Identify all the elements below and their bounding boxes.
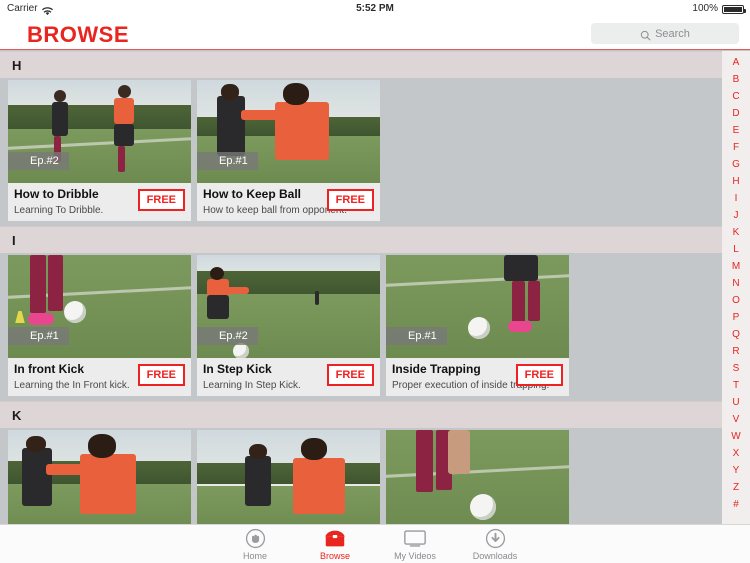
tab-bar: Home Browse My Videos Downloads bbox=[0, 524, 750, 563]
episode-badge: Ep.#1 bbox=[386, 327, 447, 345]
open-box-icon bbox=[295, 528, 375, 550]
fist-circle-icon bbox=[215, 528, 295, 550]
video-thumbnail[interactable] bbox=[386, 430, 569, 524]
index-letter[interactable]: S bbox=[722, 360, 750, 377]
video-thumbnail[interactable] bbox=[8, 430, 191, 524]
browse-list[interactable]: H Ep.#2 How to Dribble Learning To Dribb… bbox=[0, 51, 722, 524]
search-placeholder: Search bbox=[655, 27, 690, 40]
index-letter[interactable]: E bbox=[722, 122, 750, 139]
index-letter[interactable]: O bbox=[722, 292, 750, 309]
index-letter[interactable]: Y bbox=[722, 462, 750, 479]
index-letter[interactable]: P bbox=[722, 309, 750, 326]
index-letter[interactable]: J bbox=[722, 207, 750, 224]
free-badge-button[interactable]: FREE bbox=[326, 364, 374, 386]
free-badge-button[interactable]: FREE bbox=[137, 189, 185, 211]
tab-label: Home bbox=[242, 550, 267, 561]
index-letter[interactable]: H bbox=[722, 173, 750, 190]
episode-badge: Ep.#2 bbox=[8, 152, 69, 170]
index-letter[interactable]: W bbox=[722, 428, 750, 445]
index-letter[interactable]: U bbox=[722, 394, 750, 411]
tab-home[interactable]: Home bbox=[215, 528, 295, 561]
index-letter[interactable]: # bbox=[722, 496, 750, 513]
status-bar: Carrier 5:52 PM 100% bbox=[0, 0, 750, 17]
section-letter: K bbox=[12, 407, 22, 423]
index-letter[interactable]: G bbox=[722, 156, 750, 173]
index-letter[interactable]: A bbox=[722, 54, 750, 71]
video-meta: In Step Kick Learning In Step Kick. FREE bbox=[197, 358, 380, 396]
tab-label: Downloads bbox=[472, 550, 518, 561]
index-letter[interactable]: F bbox=[722, 139, 750, 156]
page-title: BROWSE bbox=[27, 22, 129, 47]
index-letter[interactable]: N bbox=[722, 275, 750, 292]
video-thumbnail[interactable]: Ep.#2 bbox=[197, 255, 380, 358]
section-header-k: K bbox=[0, 401, 722, 428]
tab-label: My Videos bbox=[394, 550, 436, 561]
tab-label: Browse bbox=[319, 550, 350, 561]
index-letter[interactable]: Z bbox=[722, 479, 750, 496]
video-thumbnail[interactable] bbox=[197, 430, 380, 524]
section-row-i: Ep.#1 In front Kick Learning the In Fron… bbox=[0, 253, 722, 401]
download-circle-icon bbox=[455, 528, 535, 550]
tv-monitor-icon bbox=[375, 528, 455, 550]
video-card[interactable]: Ep.#1 In front Kick Learning the In Fron… bbox=[8, 255, 191, 396]
episode-badge: Ep.#1 bbox=[197, 152, 258, 170]
video-meta: Inside Trapping Proper execution of insi… bbox=[386, 358, 569, 396]
video-thumbnail[interactable]: Ep.#2 bbox=[8, 80, 191, 183]
clock-label: 5:52 PM bbox=[356, 3, 394, 14]
video-thumbnail[interactable]: Ep.#1 bbox=[8, 255, 191, 358]
index-letter[interactable]: R bbox=[722, 343, 750, 360]
video-card[interactable] bbox=[8, 430, 191, 524]
free-badge-button[interactable]: FREE bbox=[326, 189, 374, 211]
search-icon bbox=[640, 28, 651, 41]
video-card[interactable]: Ep.#1 How to Keep Ball How to keep ball … bbox=[197, 80, 380, 221]
index-letter[interactable]: T bbox=[722, 377, 750, 394]
episode-badge: Ep.#1 bbox=[8, 327, 69, 345]
free-badge-button[interactable]: FREE bbox=[137, 364, 185, 386]
video-card[interactable]: Ep.#2 In Step Kick Learning In Step Kick… bbox=[197, 255, 380, 396]
video-card[interactable] bbox=[386, 430, 569, 524]
video-meta: How to Dribble Learning To Dribble. FREE bbox=[8, 183, 191, 221]
section-row-h: Ep.#2 How to Dribble Learning To Dribble… bbox=[0, 78, 722, 226]
index-letter[interactable]: Q bbox=[722, 326, 750, 343]
index-letter[interactable]: I bbox=[722, 190, 750, 207]
navigation-bar: BROWSE Search bbox=[0, 17, 750, 50]
alphabet-index-bar[interactable]: A B C D E F G H I J K L M N O P Q R S T … bbox=[722, 51, 750, 524]
index-letter[interactable]: M bbox=[722, 258, 750, 275]
section-header-h: H bbox=[0, 51, 722, 78]
tab-downloads[interactable]: Downloads bbox=[455, 528, 535, 561]
app-screen: Carrier 5:52 PM 100% BROWSE Search H Ep.… bbox=[0, 0, 750, 563]
index-letter[interactable]: K bbox=[722, 224, 750, 241]
index-letter[interactable]: L bbox=[722, 241, 750, 258]
battery-percent-label: 100% bbox=[692, 3, 718, 14]
tab-my-videos[interactable]: My Videos bbox=[375, 528, 455, 561]
video-card[interactable] bbox=[197, 430, 380, 524]
video-card[interactable]: Ep.#1 Inside Trapping Proper execution o… bbox=[386, 255, 569, 396]
section-letter: I bbox=[12, 232, 16, 248]
video-thumbnail[interactable]: Ep.#1 bbox=[386, 255, 569, 358]
free-badge-button[interactable]: FREE bbox=[515, 364, 563, 386]
video-thumbnail[interactable]: Ep.#1 bbox=[197, 80, 380, 183]
video-meta: How to Keep Ball How to keep ball from o… bbox=[197, 183, 380, 221]
video-card[interactable]: Ep.#2 How to Dribble Learning To Dribble… bbox=[8, 80, 191, 221]
section-row-k bbox=[0, 428, 722, 524]
battery-full-icon bbox=[722, 5, 746, 14]
status-bar-right: 100% bbox=[692, 0, 746, 17]
section-letter: H bbox=[12, 57, 22, 73]
section-header-i: I bbox=[0, 226, 722, 253]
tab-browse[interactable]: Browse bbox=[295, 528, 375, 561]
index-letter[interactable]: D bbox=[722, 105, 750, 122]
index-letter[interactable]: V bbox=[722, 411, 750, 428]
episode-badge: Ep.#2 bbox=[197, 327, 258, 345]
index-letter[interactable]: C bbox=[722, 88, 750, 105]
index-letter[interactable]: X bbox=[722, 445, 750, 462]
search-input[interactable]: Search bbox=[591, 23, 739, 44]
video-meta: In front Kick Learning the In Front kick… bbox=[8, 358, 191, 396]
index-letter[interactable]: B bbox=[722, 71, 750, 88]
